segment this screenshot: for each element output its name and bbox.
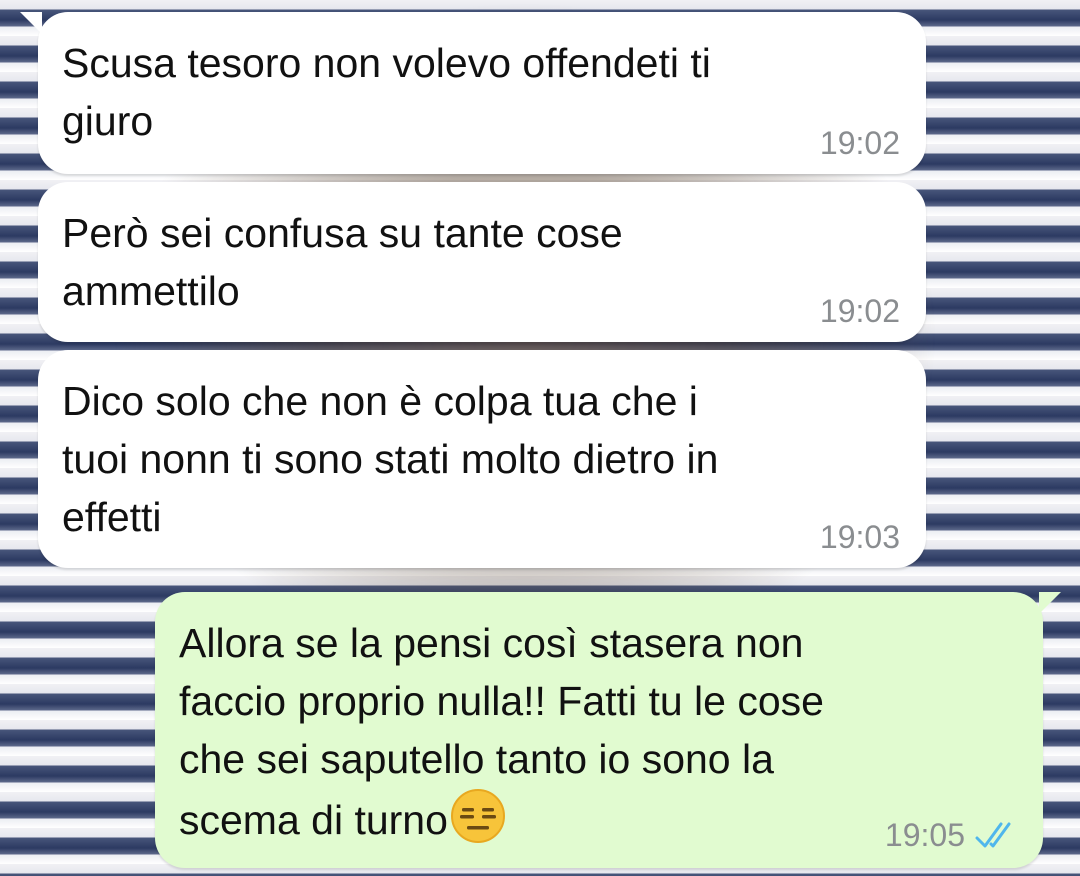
message-timestamp: 19:03 xyxy=(819,519,900,555)
message-bubble-incoming[interactable]: Dico solo che non è colpa tua che i tuoi… xyxy=(38,350,926,568)
message-bubble-incoming[interactable]: Però sei confusa su tante cose ammettilo… xyxy=(38,182,926,342)
message-timestamp: 19:02 xyxy=(819,293,900,329)
message-bubble-incoming[interactable]: Scusa tesoro non volevo offendeti ti giu… xyxy=(20,12,926,174)
message-timestamp: 19:02 xyxy=(819,125,900,161)
expressionless-face-emoji-icon xyxy=(450,789,505,843)
message-timestamp: 19:05 xyxy=(884,817,965,853)
message-text: Però sei confusa su tante cose ammettilo xyxy=(62,210,623,314)
message-text: Dico solo che non è colpa tua che i tuoi… xyxy=(62,378,719,540)
message-text: Scusa tesoro non volevo offendeti ti giu… xyxy=(62,40,711,144)
message-text: Allora se la pensi così stasera non facc… xyxy=(179,614,1003,849)
double-check-read-icon xyxy=(975,822,1011,848)
message-bubble-outgoing[interactable]: Allora se la pensi così stasera non facc… xyxy=(155,592,1061,868)
